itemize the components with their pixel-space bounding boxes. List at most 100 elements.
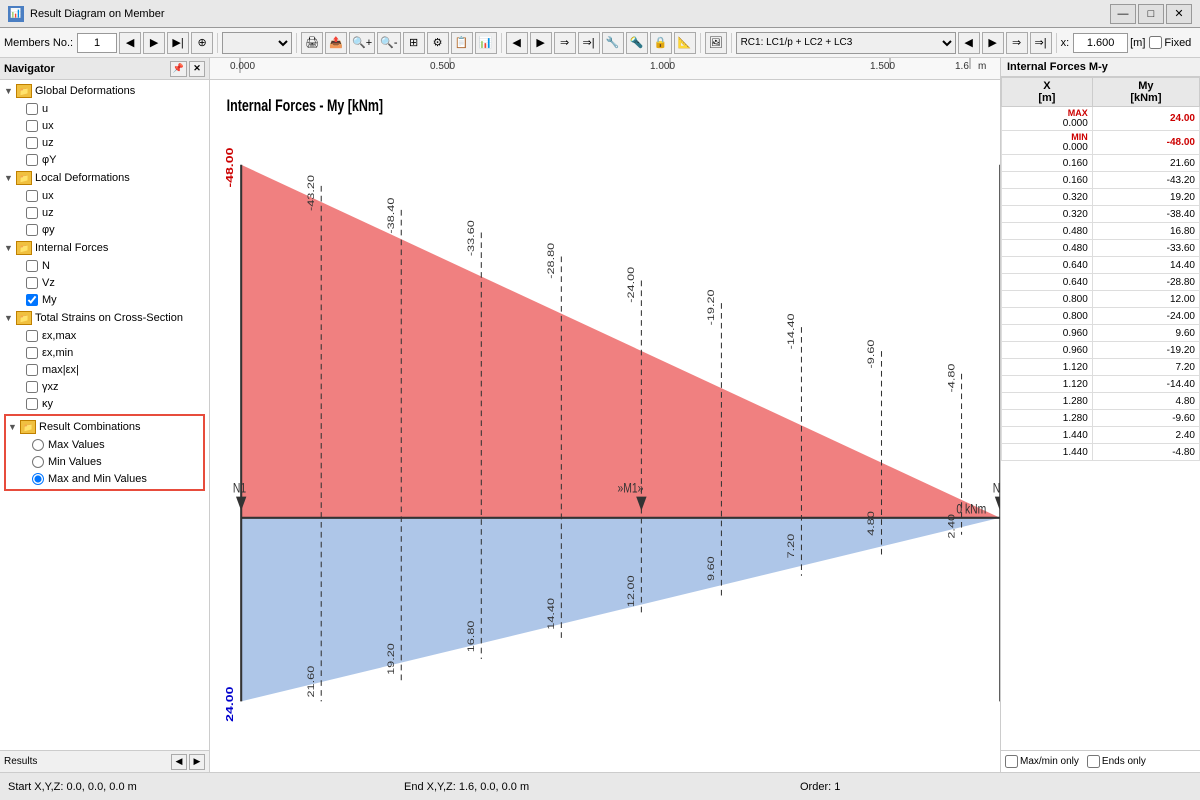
fixed-checkbox[interactable] (1149, 36, 1162, 49)
val-upper-8: -9.60 (867, 340, 877, 369)
val-lower-1: 21.60 (306, 666, 316, 698)
val-upper-7: -14.40 (787, 313, 797, 349)
cell-my: -24.00 (1092, 308, 1199, 325)
nav2-end-btn[interactable]: ⇒| (578, 32, 600, 54)
table-btn[interactable]: 📋 (451, 32, 473, 54)
table-row: 1.440-4.80 (1002, 444, 1200, 461)
checkbox-phiy[interactable] (26, 224, 38, 236)
nav-end-btn[interactable]: ▶| (167, 32, 189, 54)
nav2-next-btn[interactable]: ▶ (530, 32, 552, 54)
group-global-deformations-header[interactable]: ▼ 📁 Global Deformations (2, 82, 207, 100)
checkbox-ux-global[interactable] (26, 120, 38, 132)
x-input[interactable] (1073, 33, 1128, 53)
radio-max-values[interactable] (32, 439, 44, 451)
table-row: 1.120-14.40 (1002, 376, 1200, 393)
nav2-more-btn[interactable]: ⇒ (554, 32, 576, 54)
cell-x: 0.640 (1002, 257, 1093, 274)
rc-next-btn[interactable]: ▶ (982, 32, 1004, 54)
checkbox-N[interactable] (26, 260, 38, 272)
radio-min-values[interactable] (32, 456, 44, 468)
select-btn[interactable]: ⊕ (191, 32, 213, 54)
lock-btn[interactable]: 🔒 (650, 32, 672, 54)
group-total-strains-header[interactable]: ▼ 📁 Total Strains on Cross-Section (2, 309, 207, 327)
nav-bottom-prev[interactable]: ◀ (171, 754, 187, 770)
checkbox-uz-local[interactable] (26, 207, 38, 219)
nav2-prev-btn[interactable]: ◀ (506, 32, 528, 54)
arrow-rc: ▼ (8, 422, 20, 432)
cell-x: 0.800 (1002, 308, 1093, 325)
val-upper-4: -28.80 (547, 243, 557, 279)
nav-next-btn[interactable]: ▶ (143, 32, 165, 54)
ends-only-checkbox[interactable] (1087, 755, 1100, 768)
radio-max-min-values[interactable] (32, 473, 44, 485)
img-btn[interactable]: 🖼 (705, 32, 727, 54)
zoom-in-btn[interactable]: 🔍+ (349, 32, 375, 54)
checkbox-ux-local[interactable] (26, 190, 38, 202)
checkbox-ex-max[interactable] (26, 330, 38, 342)
table-row: 0.160-43.20 (1002, 172, 1200, 189)
navigator-panel: Navigator 📌 ✕ ▼ 📁 Global Deformations u … (0, 58, 210, 772)
checkbox-My[interactable] (26, 294, 38, 306)
checkbox-max-abs-ex[interactable] (26, 364, 38, 376)
rc-nav-btn[interactable]: ⇒ (1006, 32, 1028, 54)
nav-pin-btn[interactable]: 📌 (170, 61, 187, 77)
nav-content: ▼ 📁 Global Deformations u ux uz φY (0, 80, 209, 750)
export-btn[interactable]: 📤 (325, 32, 347, 54)
sep5 (731, 33, 732, 53)
checkbox-u[interactable] (26, 103, 38, 115)
fit-btn[interactable]: ⊞ (403, 32, 425, 54)
group-internal-forces-header[interactable]: ▼ 📁 Internal Forces (2, 239, 207, 257)
item-min-values: Min Values (8, 453, 201, 470)
checkbox-ex-min[interactable] (26, 347, 38, 359)
checkbox-uz-global[interactable] (26, 137, 38, 149)
view-select[interactable] (222, 32, 292, 54)
members-input[interactable] (77, 33, 117, 53)
folder-icon-internal: 📁 (16, 241, 32, 255)
rc-end-btn[interactable]: ⇒| (1030, 32, 1052, 54)
group-local-deformations: ▼ 📁 Local Deformations ux uz φy (2, 169, 207, 238)
rc-prev-btn[interactable]: ◀ (958, 32, 980, 54)
val-lower-7: 7.20 (787, 534, 797, 559)
checkbox-ky[interactable] (26, 398, 38, 410)
right-table-scroll[interactable]: X[m] My[kNm] MAX0.00024.00MIN0.000-48.00… (1001, 77, 1200, 750)
group-local-deformations-header[interactable]: ▼ 📁 Local Deformations (2, 169, 207, 187)
close-button[interactable]: ✕ (1166, 4, 1192, 24)
settings-btn[interactable]: ⚙ (427, 32, 449, 54)
export2-btn[interactable]: 📊 (475, 32, 497, 54)
checkbox-gxz[interactable] (26, 381, 38, 393)
cell-x: 1.440 (1002, 427, 1093, 444)
checkbox-Vz[interactable] (26, 277, 38, 289)
ends-only-label[interactable]: Ends only (1087, 755, 1146, 768)
nav-header: Navigator 📌 ✕ (0, 58, 209, 80)
print-btn[interactable]: 🖨 (301, 32, 323, 54)
max-min-only-label[interactable]: Max/min only (1005, 755, 1079, 768)
group-global-deformations: ▼ 📁 Global Deformations u ux uz φY (2, 82, 207, 168)
checkbox-phiY[interactable] (26, 154, 38, 166)
minimize-button[interactable]: — (1110, 4, 1136, 24)
config-btn[interactable]: 🔧 (602, 32, 624, 54)
min-label: MIN (1006, 132, 1088, 142)
values-btn[interactable]: 📐 (674, 32, 696, 54)
zoom-out-btn[interactable]: 🔍- (377, 32, 400, 54)
diagram-canvas[interactable]: Internal Forces - My [kNm] (210, 80, 1000, 772)
item-uz-global: uz (2, 134, 207, 151)
nav-prev-btn[interactable]: ◀ (119, 32, 141, 54)
maximize-button[interactable]: □ (1138, 4, 1164, 24)
table-row: 0.80012.00 (1002, 291, 1200, 308)
cell-my: -43.20 (1092, 172, 1199, 189)
max-min-only-checkbox[interactable] (1005, 755, 1018, 768)
item-ex-min: εx,min (2, 344, 207, 361)
result-combinations-header[interactable]: ▼ 📁 Result Combinations (8, 418, 201, 436)
nav-bottom-next[interactable]: ▶ (189, 754, 205, 770)
rc-select[interactable]: RC1: LC1/p + LC2 + LC3 (736, 32, 956, 54)
nav-close-btn[interactable]: ✕ (189, 61, 205, 77)
val-upper-5: -24.00 (627, 267, 637, 303)
folder-icon-global: 📁 (16, 84, 32, 98)
status-order: Order: 1 (800, 781, 1192, 793)
table-row: 0.32019.20 (1002, 189, 1200, 206)
label-M1: »M1» (617, 480, 643, 496)
val-lower-8: 4.80 (867, 511, 877, 536)
val-upper-3: -33.60 (466, 220, 476, 256)
cell-x: 0.480 (1002, 223, 1093, 240)
filter-btn[interactable]: 🔦 (626, 32, 648, 54)
